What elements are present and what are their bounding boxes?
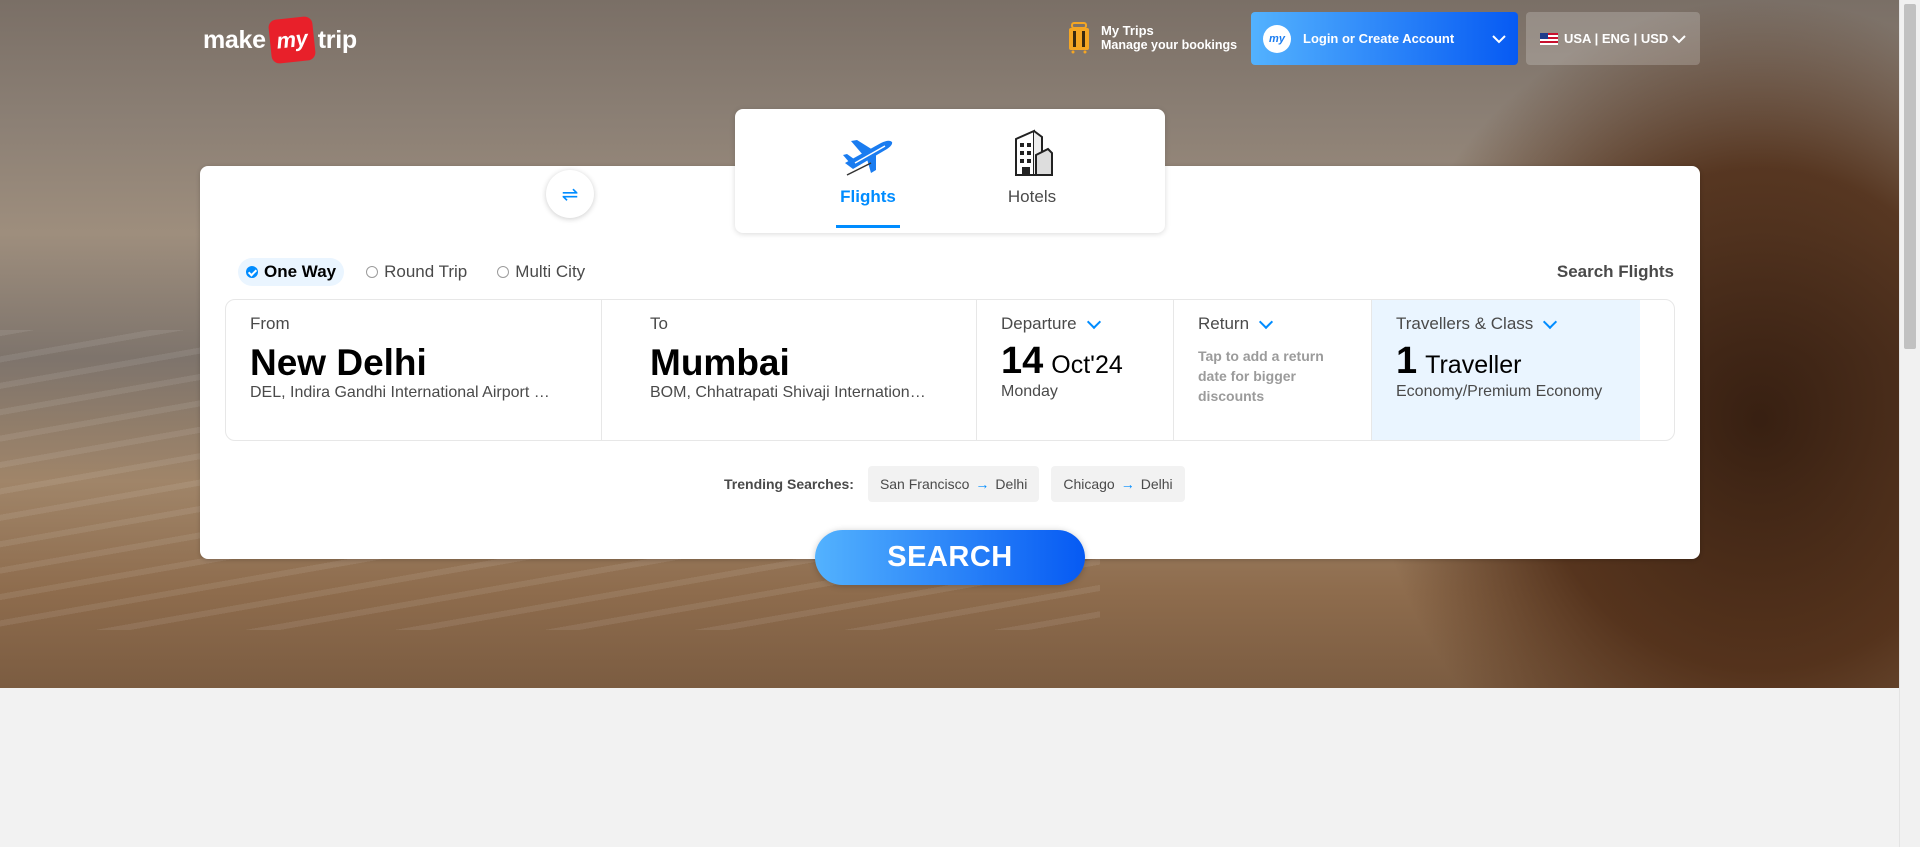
departure-weekday: Monday	[1001, 383, 1058, 400]
trip-type-round-trip[interactable]: Round Trip	[358, 258, 475, 286]
search-flights-heading: Search Flights	[1556, 262, 1674, 281]
product-tabs: Flights Hotels	[735, 109, 1165, 233]
travel-class: Economy/Premium Economy	[1396, 383, 1603, 400]
locale-label: USA | ENG | USD	[1564, 31, 1669, 46]
trending-from: San Francisco	[879, 476, 970, 492]
traveller-count-unit: Traveller	[1425, 351, 1522, 379]
trending-to: Delhi	[995, 476, 1028, 492]
plane-icon	[818, 127, 918, 177]
arrow-right-icon: →	[1120, 476, 1135, 492]
login-button[interactable]: my Login or Create Account	[1251, 12, 1518, 65]
from-airport: DEL, Indira Gandhi International Airport…	[250, 384, 550, 401]
tab-active-indicator	[836, 225, 900, 228]
login-label: Login or Create Account	[1303, 31, 1455, 46]
swap-arrows-icon[interactable]: ⇌	[546, 170, 594, 218]
scrollbar-thumb[interactable]	[1904, 4, 1916, 349]
radio-unchecked-icon	[366, 266, 379, 278]
return-caption-row: Return	[1198, 314, 1347, 334]
radio-checked-icon	[246, 266, 258, 278]
departure-month-year: Oct'24	[1051, 351, 1123, 379]
departure-field[interactable]: Departure 14 Oct'24 Monday	[977, 300, 1174, 440]
mmt-avatar-icon: my	[1263, 24, 1291, 53]
logo-my-badge: my	[267, 15, 316, 65]
return-hint: Tap to add a return date for bigger disc…	[1198, 348, 1324, 404]
suitcase-icon	[1069, 22, 1089, 54]
trip-type-one-way[interactable]: One Way	[238, 258, 345, 286]
my-trips-title: My Trips	[1101, 23, 1154, 38]
to-city: Mumbai	[650, 342, 790, 383]
trending-to: Delhi	[1140, 476, 1173, 492]
chevron-down-icon	[1086, 314, 1101, 330]
travellers-caption: Travellers & Class	[1396, 314, 1534, 333]
chevron-down-icon	[1492, 34, 1506, 43]
from-city: New Delhi	[250, 342, 427, 383]
tab-hotels[interactable]: Hotels	[982, 127, 1082, 207]
to-field[interactable]: To Mumbai BOM, Chhatrapati Shivaji Inter…	[602, 300, 977, 440]
travellers-class-field[interactable]: Travellers & Class 1 Traveller Economy/P…	[1372, 300, 1640, 440]
to-caption: To	[650, 314, 668, 333]
my-trips-link[interactable]: My Trips Manage your bookings	[1067, 22, 1237, 54]
trip-type-label: Round Trip	[384, 262, 468, 281]
my-trips-text: My Trips Manage your bookings	[1101, 23, 1237, 53]
trip-type-label: Multi City	[515, 262, 586, 281]
tab-flights-label: Flights	[840, 187, 896, 206]
return-field[interactable]: Return Tap to add a return date for bigg…	[1174, 300, 1372, 440]
trending-chip[interactable]: San Francisco → Delhi	[867, 466, 1040, 502]
trip-type-multi-city[interactable]: Multi City	[489, 258, 593, 286]
page-scrollbar[interactable]	[1899, 0, 1920, 847]
trip-type-selector: One Way Round Trip Multi City	[238, 258, 593, 286]
travellers-caption-row: Travellers & Class	[1396, 314, 1616, 334]
trending-searches: Trending Searches: San Francisco → Delhi…	[724, 466, 1185, 502]
chevron-down-icon	[1543, 314, 1558, 330]
departure-day: 14	[1001, 340, 1044, 382]
my-trips-subtitle: Manage your bookings	[1101, 38, 1238, 52]
trending-chip[interactable]: Chicago → Delhi	[1051, 466, 1185, 502]
us-flag-icon	[1540, 32, 1558, 45]
makemytrip-logo[interactable]: make my trip	[203, 15, 357, 65]
radio-unchecked-icon	[497, 266, 510, 278]
trending-label: Trending Searches:	[724, 476, 854, 492]
logo-text-make: make	[203, 25, 266, 54]
from-caption: From	[250, 314, 290, 333]
search-button[interactable]: SEARCH	[815, 530, 1085, 585]
return-caption: Return	[1198, 314, 1250, 333]
search-fields: From New Delhi DEL, Indira Gandhi Intern…	[225, 299, 1675, 441]
departure-caption-row: Departure	[1001, 314, 1149, 334]
trip-type-label: One Way	[264, 262, 337, 281]
traveller-count-number: 1	[1396, 340, 1418, 382]
departure-date: 14 Oct'24	[1001, 340, 1149, 383]
tab-flights[interactable]: Flights	[818, 127, 918, 228]
traveller-count: 1 Traveller	[1396, 340, 1616, 383]
chevron-down-icon	[1258, 314, 1274, 330]
hotel-building-icon	[982, 127, 1082, 177]
tab-hotels-label: Hotels	[1007, 187, 1057, 206]
locale-selector[interactable]: USA | ENG | USD	[1526, 12, 1700, 65]
arrow-right-icon: →	[975, 476, 990, 492]
from-field[interactable]: From New Delhi DEL, Indira Gandhi Intern…	[226, 300, 602, 440]
trending-from: Chicago	[1063, 476, 1115, 492]
chevron-down-icon	[1672, 34, 1686, 43]
departure-caption: Departure	[1001, 314, 1077, 333]
to-airport: BOM, Chhatrapati Shivaji Internation…	[650, 384, 926, 401]
logo-text-trip: trip	[317, 25, 357, 54]
